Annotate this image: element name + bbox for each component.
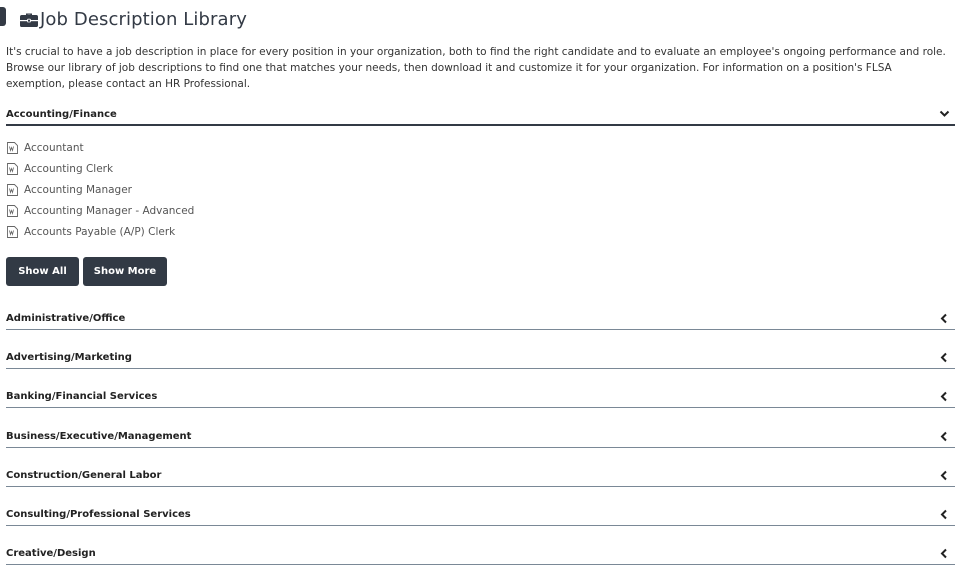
job-item-label: Accountant xyxy=(24,141,84,154)
section-header-construction-general-labor[interactable]: Construction/General Labor xyxy=(6,465,955,487)
intro-text: It's crucial to have a job description i… xyxy=(6,46,946,90)
side-tab-handle[interactable] xyxy=(0,7,6,26)
word-doc-icon xyxy=(7,162,18,175)
show-all-button[interactable]: Show All xyxy=(6,257,79,286)
section-header-banking-financial-services[interactable]: Banking/Financial Services xyxy=(6,386,955,408)
word-doc-icon xyxy=(7,183,18,196)
job-item-accounting-manager[interactable]: Accounting Manager xyxy=(7,179,194,200)
section-title: Consulting/Professional Services xyxy=(6,509,191,520)
page-header: Job Description Library xyxy=(19,6,247,32)
section-title: Banking/Financial Services xyxy=(6,391,158,402)
chevron-left-icon xyxy=(938,352,950,364)
chevron-left-icon xyxy=(938,509,950,521)
chevron-left-icon xyxy=(938,470,950,482)
chevron-left-icon xyxy=(938,431,950,443)
word-doc-icon xyxy=(7,141,18,154)
section-title: Creative/Design xyxy=(6,548,96,559)
section-title: Administrative/Office xyxy=(6,313,126,324)
word-doc-icon xyxy=(7,225,18,238)
job-item-label: Accounting Manager - Advanced xyxy=(24,204,195,217)
section-title: Business/Executive/Management xyxy=(6,431,192,442)
section-header-administrative-office[interactable]: Administrative/Office xyxy=(6,308,955,330)
section-title: Accounting/Finance xyxy=(6,108,117,120)
job-item-label: Accounting Clerk xyxy=(24,162,114,175)
job-item-accounting-manager-advanced[interactable]: Accounting Manager - Advanced xyxy=(7,200,194,221)
section-header-advertising-marketing[interactable]: Advertising/Marketing xyxy=(6,347,955,369)
chevron-down-icon xyxy=(938,108,950,120)
job-item-accounting-clerk[interactable]: Accounting Clerk xyxy=(7,158,194,179)
section-header-accounting-finance[interactable]: Accounting/Finance xyxy=(6,104,955,126)
section-header-business-executive-management[interactable]: Business/Executive/Management xyxy=(6,426,955,448)
briefcase-icon xyxy=(19,10,39,28)
job-item-accounts-payable-clerk[interactable]: Accounts Payable (A/P) Clerk xyxy=(7,221,194,242)
job-item-label: Accounts Payable (A/P) Clerk xyxy=(24,225,176,238)
page-title: Job Description Library xyxy=(40,8,247,30)
job-item-label: Accounting Manager xyxy=(24,183,132,196)
section-title: Construction/General Labor xyxy=(6,470,162,481)
chevron-left-icon xyxy=(938,548,950,560)
word-doc-icon xyxy=(7,204,18,217)
section-title: Advertising/Marketing xyxy=(6,352,132,363)
chevron-left-icon xyxy=(938,313,950,325)
show-more-button[interactable]: Show More xyxy=(83,257,167,286)
job-list: Accountant Accounting Clerk Accounting M… xyxy=(7,137,194,242)
job-item-accountant[interactable]: Accountant xyxy=(7,137,194,158)
chevron-left-icon xyxy=(938,391,950,403)
section-header-consulting-professional-services[interactable]: Consulting/Professional Services xyxy=(6,504,955,526)
section-header-creative-design[interactable]: Creative/Design xyxy=(6,543,955,565)
